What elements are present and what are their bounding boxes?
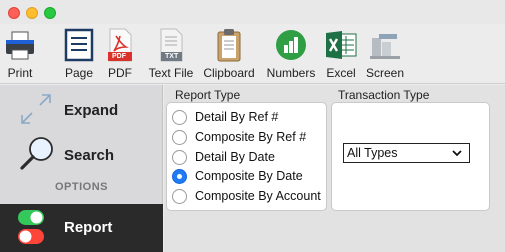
radio-detail-by-ref[interactable]: Detail By Ref # (172, 108, 278, 126)
radio-detail-by-date[interactable]: Detail By Date (172, 148, 275, 166)
sidebar-item-search[interactable]: Search (0, 133, 163, 177)
radio-button-selected[interactable] (172, 168, 187, 184)
page-label: Page (64, 66, 94, 80)
text-file-icon: TXT (157, 28, 185, 62)
page-button[interactable]: Page (62, 26, 96, 82)
txt-badge: TXT (165, 53, 179, 60)
main-panel: Report Type Detail By Ref # Composite By… (164, 85, 505, 252)
page-icon (62, 28, 96, 62)
radio-label: Detail By Ref # (195, 110, 279, 124)
excel-icon (324, 28, 358, 62)
toggle-switch-icon (18, 210, 44, 244)
transaction-type-title: Transaction Type (338, 88, 430, 102)
pdf-button[interactable]: PDF PDF (106, 26, 134, 82)
numbers-label: Numbers (266, 66, 316, 80)
pdf-label: PDF (108, 66, 132, 80)
radio-composite-by-date[interactable]: Composite By Date (172, 167, 303, 185)
maximize-window-button[interactable] (44, 7, 56, 19)
search-icon (20, 137, 53, 170)
radio-button[interactable] (172, 129, 187, 145)
radio-label: Composite By Ref # (195, 130, 307, 144)
transaction-type-select[interactable]: All Types (343, 143, 470, 163)
radio-label: Detail By Date (195, 150, 275, 164)
screen-button[interactable]: Screen (364, 26, 406, 82)
title-bar (0, 0, 505, 24)
printer-icon (3, 28, 37, 62)
select-value: All Types (347, 146, 398, 160)
clipboard-icon (215, 28, 243, 62)
numbers-button[interactable]: Numbers (265, 26, 317, 82)
close-window-button[interactable] (8, 7, 20, 19)
radio-button[interactable] (172, 188, 187, 204)
radio-button[interactable] (172, 109, 187, 125)
radio-composite-by-ref[interactable]: Composite By Ref # (172, 128, 306, 146)
clipboard-button[interactable]: Clipboard (201, 26, 257, 82)
sidebar-item-expand[interactable]: Expand (0, 87, 163, 131)
radio-label: Composite By Date (195, 169, 303, 183)
radio-label: Composite By Account (195, 189, 321, 203)
toolbar: Print Page PDF PDF TXT Text File Clipboa… (0, 24, 505, 84)
minimize-window-button[interactable] (26, 7, 38, 19)
print-button[interactable]: Print (2, 26, 38, 82)
expand-icon (21, 94, 51, 124)
screen-label: Screen (365, 66, 405, 80)
sidebar-item-label: Expand (64, 102, 119, 119)
report-type-title: Report Type (175, 88, 241, 102)
clipboard-label: Clipboard (203, 66, 255, 80)
pdf-icon: PDF (106, 28, 134, 62)
radio-button[interactable] (172, 149, 187, 165)
radio-composite-by-account[interactable]: Composite By Account (172, 187, 321, 205)
sidebar: Expand Search OPTIONS Report (0, 85, 163, 252)
chevron-down-icon (452, 150, 462, 157)
text-file-label: Text File (148, 66, 194, 80)
numbers-icon (274, 28, 308, 62)
pdf-badge: PDF (112, 53, 126, 60)
transaction-type-group: All Types (331, 102, 490, 211)
sidebar-item-label: Report (64, 219, 113, 236)
sidebar-item-report[interactable]: Report (0, 204, 163, 252)
screen-icon (368, 28, 402, 62)
text-file-button[interactable]: TXT Text File (147, 26, 195, 82)
print-label: Print (7, 66, 33, 80)
options-heading: OPTIONS (54, 181, 108, 193)
excel-button[interactable]: Excel (324, 26, 358, 82)
sidebar-item-label: Search (64, 147, 115, 164)
report-type-group: Detail By Ref # Composite By Ref # Detai… (166, 102, 327, 211)
excel-label: Excel (326, 66, 356, 80)
